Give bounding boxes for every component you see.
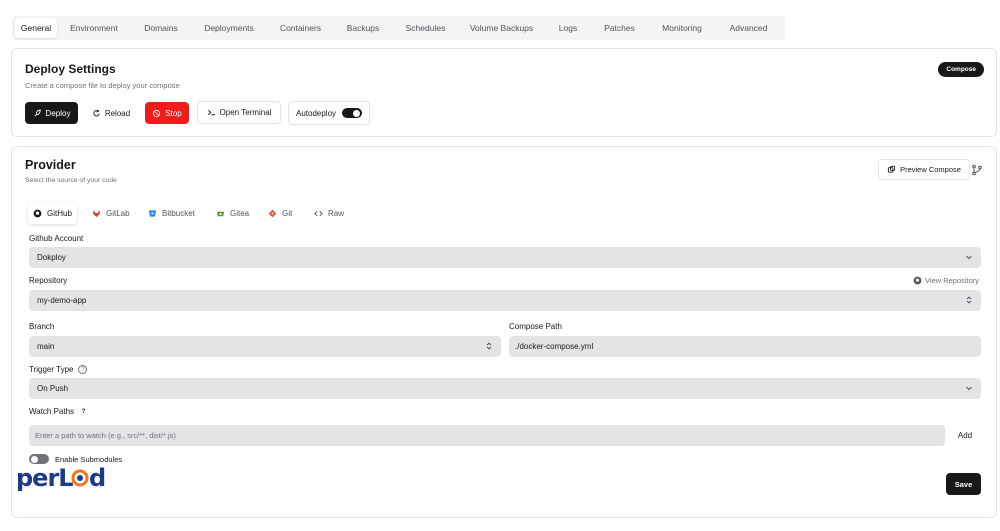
watch-paths-label-row: Watch Paths ? bbox=[29, 407, 88, 416]
view-repository-link[interactable]: View Repository bbox=[913, 276, 979, 285]
tab-patches[interactable]: Patches bbox=[592, 18, 647, 38]
perlod-logo: perL d bbox=[16, 464, 116, 501]
provider-tab-bitbucket[interactable]: Bitbucket bbox=[143, 202, 200, 224]
open-terminal-label: Open Terminal bbox=[219, 108, 272, 117]
tab-volume-backups[interactable]: Volume Backups bbox=[459, 18, 544, 38]
trigger-type-label-row: Trigger Type ? bbox=[29, 365, 88, 374]
provider-tab-gitea[interactable]: Gitea bbox=[211, 202, 254, 224]
preview-compose-button[interactable]: Preview Compose bbox=[878, 159, 970, 180]
provider-tab-label: Bitbucket bbox=[162, 208, 195, 218]
tab-backups[interactable]: Backups bbox=[334, 18, 392, 38]
provider-tab-raw[interactable]: Raw bbox=[309, 202, 349, 224]
watch-paths-label: Watch Paths bbox=[29, 407, 75, 416]
tab-monitoring[interactable]: Monitoring bbox=[647, 18, 717, 38]
provider-title: Provider bbox=[25, 158, 76, 172]
github-icon bbox=[913, 276, 922, 285]
help-icon[interactable]: ? bbox=[79, 407, 88, 416]
tab-logs[interactable]: Logs bbox=[544, 18, 592, 38]
perlod-logo-image: perL d bbox=[16, 464, 106, 492]
compose-badge: Compose bbox=[938, 62, 984, 77]
ban-icon bbox=[153, 109, 161, 117]
branch-label: Branch bbox=[29, 322, 55, 331]
tab-bar: General Environment Domains Deployments … bbox=[12, 16, 785, 40]
terminal-icon bbox=[207, 109, 215, 116]
trigger-type-label: Trigger Type bbox=[29, 365, 74, 374]
github-account-value: Dokploy bbox=[37, 253, 66, 262]
deploy-settings-title: Deploy Settings bbox=[25, 62, 116, 76]
provider-tab-github[interactable]: GitHub bbox=[28, 202, 77, 224]
deploy-button[interactable]: Deploy bbox=[25, 102, 78, 124]
chevron-down-icon bbox=[966, 255, 972, 260]
watch-path-placeholder: Enter a path to watch (e.g., src/**, dis… bbox=[35, 431, 176, 440]
deploy-button-label: Deploy bbox=[45, 108, 71, 118]
tab-domains[interactable]: Domains bbox=[131, 18, 191, 38]
autodeploy-label: Autodeploy bbox=[295, 108, 337, 118]
stop-button-label: Stop bbox=[165, 108, 182, 118]
gitea-icon bbox=[216, 211, 225, 216]
trigger-type-select[interactable]: On Push bbox=[29, 378, 981, 399]
save-button[interactable]: Save bbox=[946, 473, 981, 495]
tab-containers[interactable]: Containers bbox=[267, 18, 334, 38]
tab-general[interactable]: General bbox=[15, 18, 57, 38]
provider-tab-label: GitLab bbox=[106, 208, 130, 218]
submodules-row: Enable Submodules bbox=[29, 454, 122, 464]
puzzle-icon bbox=[887, 165, 896, 173]
tab-advanced[interactable]: Advanced bbox=[717, 18, 780, 38]
provider-tab-label: Gitea bbox=[230, 208, 250, 218]
trigger-type-value: On Push bbox=[37, 384, 69, 393]
provider-tab-label: Raw bbox=[328, 208, 345, 218]
github-account-select[interactable]: Dokploy bbox=[29, 247, 981, 268]
watch-path-input[interactable]: Enter a path to watch (e.g., src/**, dis… bbox=[29, 425, 945, 446]
repository-select[interactable]: my-demo-app bbox=[29, 290, 981, 311]
gitlab-icon bbox=[92, 209, 101, 217]
chevrons-up-down-icon bbox=[966, 296, 972, 304]
github-account-label: Github Account bbox=[29, 234, 84, 243]
git-icon bbox=[268, 209, 277, 217]
tab-environment[interactable]: Environment bbox=[57, 18, 131, 38]
deploy-settings-card: Deploy Settings Create a compose file to… bbox=[11, 48, 997, 137]
provider-subtitle: Select the source of your code bbox=[25, 177, 117, 184]
provider-tab-label: Git bbox=[282, 208, 293, 218]
provider-card: Provider Select the source of your code … bbox=[11, 146, 997, 518]
code-icon bbox=[314, 210, 323, 216]
provider-tab-label: GitHub bbox=[47, 208, 72, 218]
compose-path-value: ./docker-compose.yml bbox=[515, 342, 594, 351]
branch-value: main bbox=[37, 342, 55, 351]
chevron-down-icon bbox=[966, 386, 972, 391]
provider-tab-git[interactable]: Git bbox=[263, 202, 297, 224]
autodeploy-toggle[interactable] bbox=[342, 108, 363, 118]
compose-path-label: Compose Path bbox=[509, 322, 562, 331]
autodeploy-control: Autodeploy bbox=[288, 101, 370, 125]
open-terminal-button[interactable]: Open Terminal bbox=[197, 101, 281, 124]
tab-schedules[interactable]: Schedules bbox=[392, 18, 459, 38]
refresh-icon bbox=[93, 109, 100, 116]
stop-button[interactable]: Stop bbox=[145, 102, 189, 124]
branch-select[interactable]: main bbox=[29, 336, 501, 357]
svg-text:perL: perL bbox=[16, 464, 73, 492]
svg-text:d: d bbox=[89, 464, 105, 492]
preview-compose-label: Preview Compose bbox=[900, 165, 961, 174]
chevrons-up-down-icon bbox=[486, 342, 492, 350]
view-repository-label: View Repository bbox=[925, 276, 980, 285]
github-icon bbox=[33, 209, 42, 217]
repository-label: Repository bbox=[29, 276, 68, 285]
git-branch-icon[interactable] bbox=[971, 164, 983, 176]
provider-tab-gitlab[interactable]: GitLab bbox=[87, 202, 135, 224]
repository-value: my-demo-app bbox=[37, 296, 87, 305]
submodules-label: Enable Submodules bbox=[55, 454, 123, 464]
compose-path-input[interactable]: ./docker-compose.yml bbox=[509, 336, 981, 357]
bitbucket-icon bbox=[148, 209, 157, 217]
reload-button[interactable]: Reload bbox=[85, 102, 137, 124]
reload-button-label: Reload bbox=[104, 108, 131, 118]
deploy-settings-subtitle: Create a compose file to deploy your com… bbox=[25, 81, 180, 90]
submodules-toggle[interactable] bbox=[29, 454, 49, 464]
rocket-icon bbox=[34, 108, 41, 117]
tab-deployments[interactable]: Deployments bbox=[191, 18, 267, 38]
help-icon[interactable]: ? bbox=[78, 365, 88, 374]
add-watch-path-button[interactable]: Add bbox=[949, 425, 981, 446]
